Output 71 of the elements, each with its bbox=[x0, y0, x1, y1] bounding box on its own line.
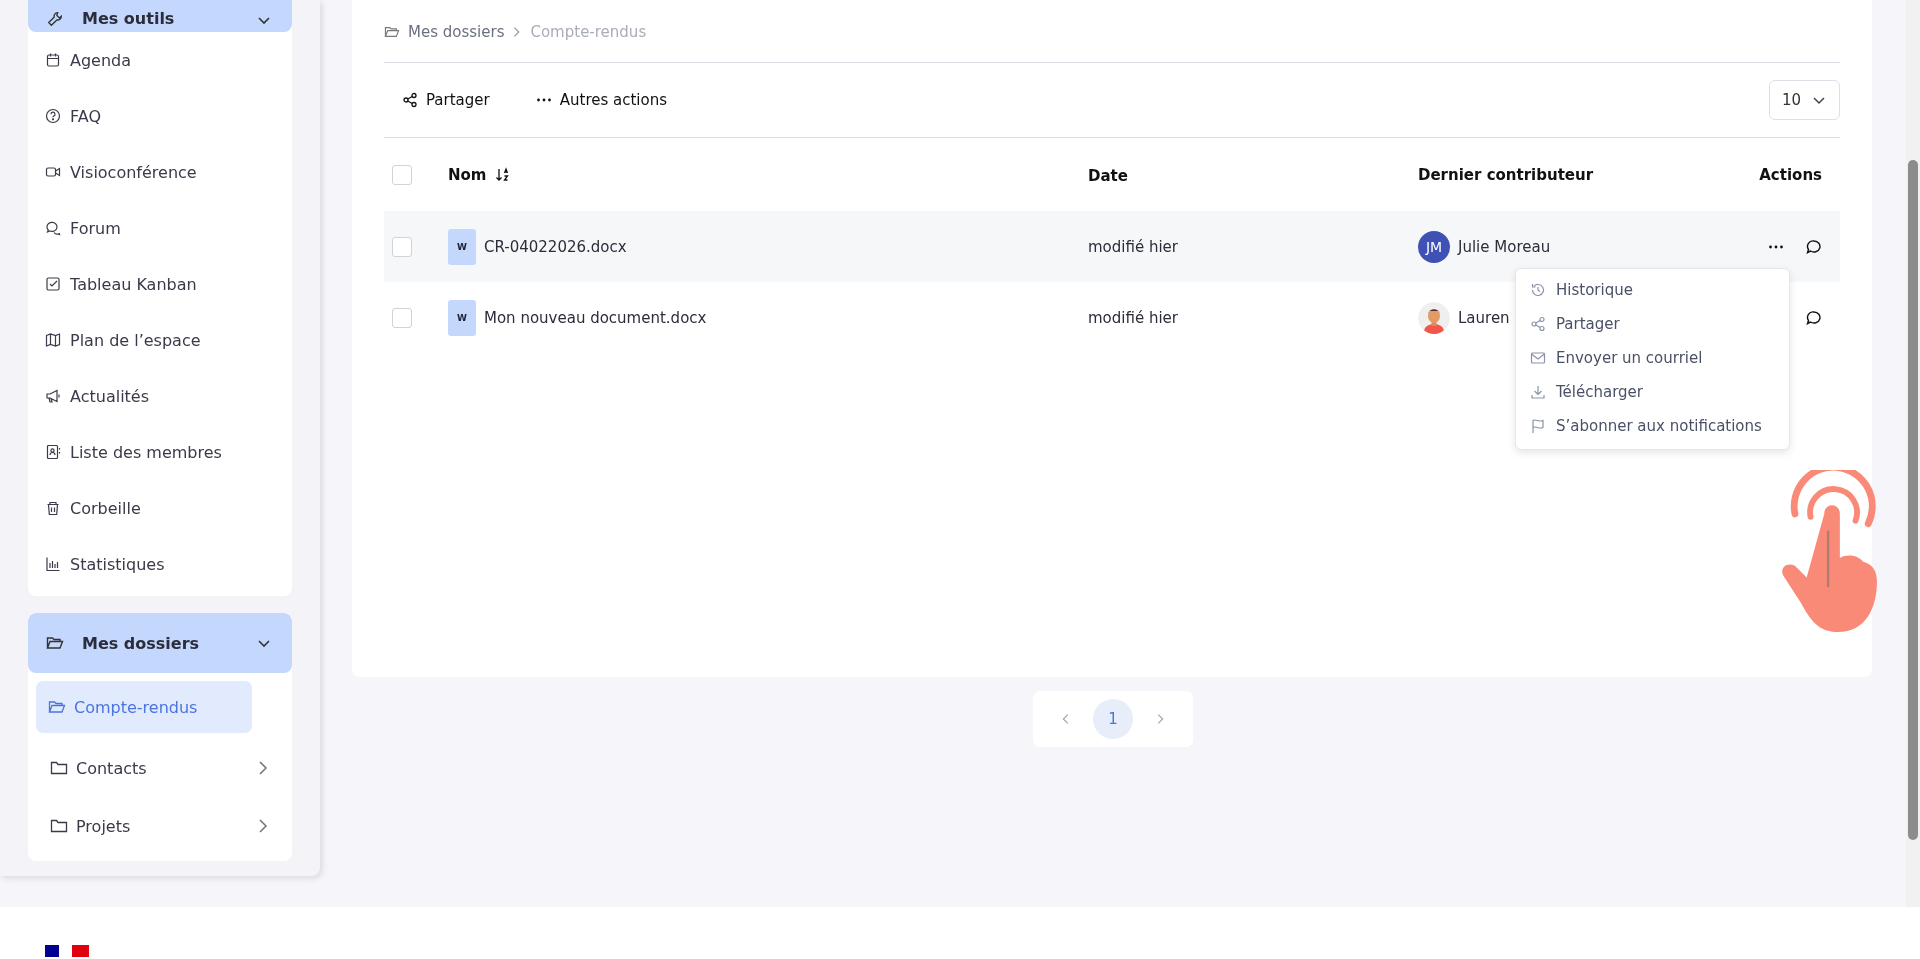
calendar-icon bbox=[45, 52, 61, 68]
folder-item[interactable]: Contacts bbox=[36, 739, 282, 797]
next-page-icon[interactable] bbox=[1155, 712, 1165, 726]
sidebar-item[interactable]: FAQ bbox=[28, 88, 292, 144]
page-button[interactable]: 1 bbox=[1093, 699, 1133, 739]
menu-item[interactable]: S’abonner aux notifications bbox=[1516, 409, 1789, 443]
sidebar-item[interactable]: Agenda bbox=[28, 32, 292, 88]
checkbox[interactable] bbox=[392, 307, 412, 328]
folder-icon bbox=[48, 699, 66, 715]
column-header: Dernier contributeur bbox=[1418, 166, 1594, 184]
table-row[interactable]: W CR-04022026.docx modifié hier JM Julie Moreau bbox=[384, 211, 1840, 282]
menu-item[interactable]: Télécharger bbox=[1516, 375, 1789, 409]
avatar-icon bbox=[1418, 301, 1450, 334]
trash-icon bbox=[45, 500, 61, 516]
megaphone-icon bbox=[45, 388, 61, 404]
checkbox[interactable] bbox=[392, 236, 412, 257]
group-header[interactable]: Mes dossiers bbox=[28, 613, 292, 673]
sort-icon[interactable] bbox=[494, 167, 511, 183]
history-icon bbox=[1530, 282, 1546, 298]
folder-icon bbox=[384, 25, 400, 39]
scrollbar[interactable] bbox=[1906, 0, 1920, 907]
sidebar-item[interactable]: Liste des membres bbox=[28, 424, 292, 480]
table-cell: modifié hier bbox=[1088, 238, 1178, 256]
previous-page-icon[interactable] bbox=[1061, 712, 1071, 726]
checkbox-icon bbox=[45, 276, 61, 292]
file-name[interactable]: Mon nouveau document.docx bbox=[484, 308, 707, 327]
share-icon bbox=[1530, 316, 1546, 332]
wrench-icon bbox=[46, 10, 64, 28]
contributor-name: Julie Moreau bbox=[1458, 237, 1551, 256]
toolbar-button[interactable]: Partager bbox=[396, 85, 496, 115]
sidebar-item[interactable]: Plan de l’espace bbox=[28, 312, 292, 368]
folder-icon bbox=[50, 818, 68, 834]
contributor-name: Lauren bbox=[1458, 308, 1510, 327]
page-size-select[interactable]: 10 bbox=[1768, 80, 1840, 120]
folder-item[interactable]: Projets bbox=[36, 797, 282, 855]
breadcrumb-link[interactable]: Mes dossiers bbox=[408, 23, 505, 41]
comment-icon[interactable] bbox=[1806, 309, 1822, 326]
comment-icon[interactable] bbox=[1806, 238, 1822, 255]
sidebar-item[interactable]: Corbeille bbox=[28, 480, 292, 536]
share-icon bbox=[402, 92, 418, 108]
chart-icon bbox=[45, 556, 61, 572]
word-file-icon: W bbox=[448, 228, 476, 265]
folder-item[interactable]: Compte-rendus bbox=[36, 681, 252, 733]
avatar: JM bbox=[1418, 230, 1450, 263]
menu-item[interactable]: Partager bbox=[1516, 307, 1789, 341]
sidebar-item[interactable]: Actualités bbox=[28, 368, 292, 424]
sidebar-item[interactable]: Visioconférence bbox=[28, 144, 292, 200]
table-cell: modifié hier bbox=[1088, 309, 1178, 327]
envelope-icon bbox=[1530, 350, 1546, 366]
contact-icon bbox=[45, 444, 61, 460]
sidebar-item[interactable]: Tableau Kanban bbox=[28, 256, 292, 312]
column-header: Actions bbox=[1759, 166, 1822, 184]
folder-icon bbox=[50, 760, 68, 776]
download-icon bbox=[1530, 384, 1546, 400]
file-name[interactable]: CR-04022026.docx bbox=[484, 237, 627, 256]
map-icon bbox=[45, 332, 61, 348]
sidebar-item[interactable]: Statistiques bbox=[28, 536, 292, 592]
question-icon bbox=[45, 108, 61, 124]
group-header[interactable]: Mes outils bbox=[28, 0, 292, 32]
video-icon bbox=[45, 164, 61, 180]
column-header[interactable]: Nom bbox=[448, 166, 487, 184]
sidebar-item[interactable]: Forum bbox=[28, 200, 292, 256]
column-header: Date bbox=[1088, 166, 1128, 185]
toolbar-button[interactable]: Autres actions bbox=[529, 85, 674, 115]
word-file-icon: W bbox=[448, 299, 476, 336]
flag-logo-icon bbox=[45, 945, 89, 957]
flag-icon bbox=[1530, 418, 1546, 434]
chat-icon bbox=[45, 220, 61, 236]
menu-item[interactable]: Envoyer un courriel bbox=[1516, 341, 1789, 375]
folder-icon bbox=[46, 634, 64, 652]
checkbox[interactable] bbox=[392, 165, 412, 185]
